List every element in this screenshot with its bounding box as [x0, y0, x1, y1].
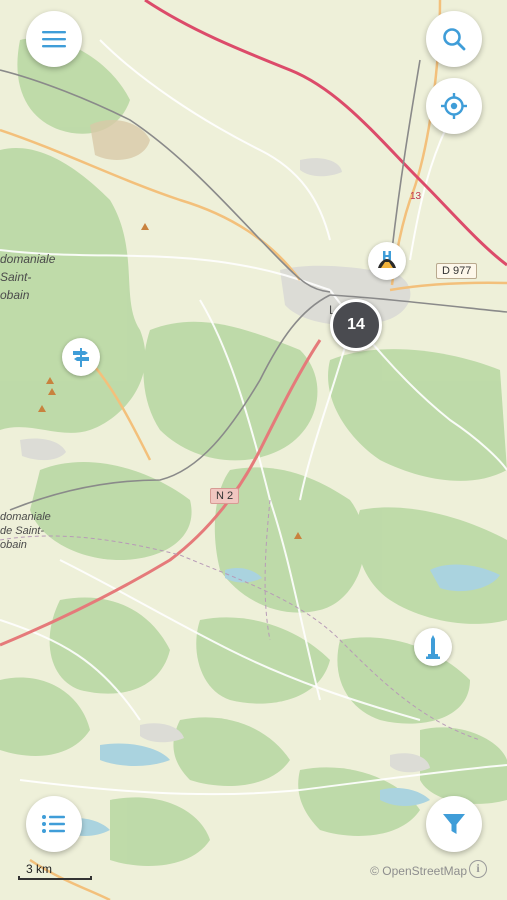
map-scale: 3 km — [18, 862, 94, 880]
road-shield-n2: N 2 — [210, 488, 240, 504]
filter-button[interactable] — [426, 796, 482, 852]
map-attribution[interactable]: © OpenStreetMap — [370, 864, 467, 878]
monument-obelisk-icon — [426, 635, 440, 659]
search-icon — [443, 28, 466, 51]
scale-bar — [18, 876, 92, 880]
observatory-icon — [378, 251, 396, 268]
forest-label-north-line1: domaniale — [0, 252, 56, 266]
observatory-poi-marker[interactable] — [368, 242, 406, 280]
crosshair-locate-icon — [441, 93, 467, 119]
monument-poi-marker[interactable] — [414, 628, 452, 666]
forest-label-south-line3: obain — [0, 539, 27, 551]
forest-label-north-line2: Saint- — [0, 270, 32, 284]
forest-label-south-line1: domaniale — [0, 511, 51, 523]
hamburger-menu-icon — [42, 31, 66, 48]
road-number-13: 13 — [410, 191, 422, 202]
info-icon[interactable]: i — [469, 860, 487, 878]
list-view-button[interactable] — [26, 796, 82, 852]
filter-funnel-icon — [443, 814, 465, 834]
forest-label-north-line3: obain — [0, 288, 30, 302]
signpost-poi-marker[interactable] — [62, 338, 100, 376]
forest-label-south-line2: de Saint- — [0, 525, 45, 537]
map-canvas[interactable] — [0, 0, 507, 900]
list-icon — [42, 815, 65, 833]
poi-cluster-marker[interactable]: 14 — [330, 299, 382, 351]
signpost-icon — [73, 348, 89, 367]
scale-label: 3 km — [26, 862, 53, 876]
locate-me-button[interactable] — [426, 78, 482, 134]
search-button[interactable] — [426, 11, 482, 67]
road-shield-d977: D 977 — [436, 263, 478, 279]
menu-button[interactable] — [26, 11, 82, 67]
